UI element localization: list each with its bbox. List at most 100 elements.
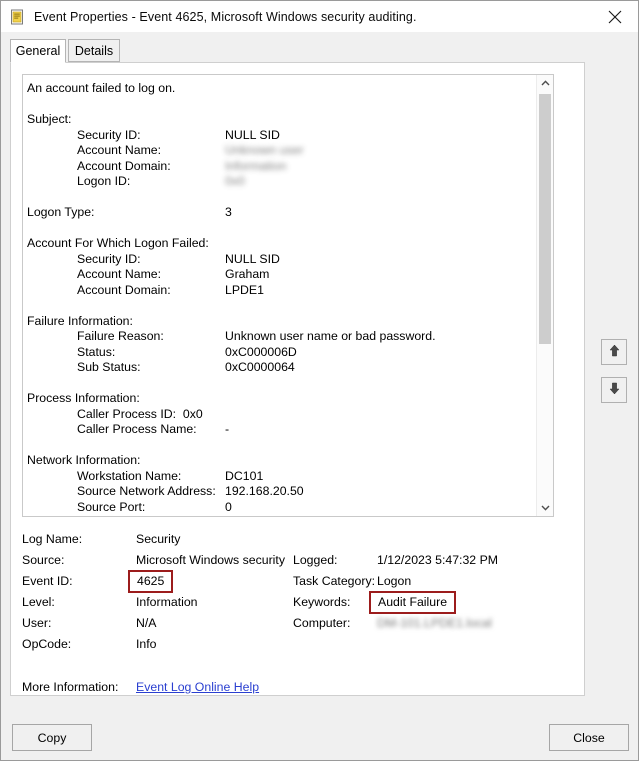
previous-event-button[interactable] [601, 339, 627, 365]
description-scrollbar[interactable] [536, 75, 553, 516]
general-tab-panel: An account failed to log on. Subject: Sec… [10, 62, 585, 696]
close-button[interactable]: Close [549, 724, 629, 751]
tab-details-label: Details [74, 43, 114, 58]
metadata-value-text: Information [136, 595, 198, 609]
description-line-value: 0x0 [225, 174, 245, 188]
keywords-value: Audit Failure [369, 591, 457, 614]
metadata-label: Event ID: [22, 574, 73, 588]
description-line: Caller Process Name: - [27, 422, 533, 438]
metadata-label: User: [22, 616, 52, 630]
description-line: Failure Reason: Unknown user name or bad … [27, 329, 533, 345]
description-line-label: Subject: [27, 112, 72, 126]
metadata-value: Logon [377, 571, 411, 592]
description-line-value: Unknown user name or bad password. [225, 329, 436, 343]
description-line-label: Account For Which Logon Failed: [27, 236, 209, 250]
metadata-value-text: Security [136, 532, 181, 546]
next-event-button[interactable] [601, 377, 627, 403]
description-line-value: 3 [225, 205, 232, 219]
description-line-label: Logon Type: [27, 205, 95, 219]
description-line-label: Caller Process ID: 0x0 [77, 406, 203, 421]
tab-general-label: General [15, 44, 61, 58]
title-bar: Event Properties - Event 4625, Microsoft… [1, 1, 638, 32]
description-line-label: Workstation Name: [77, 468, 182, 483]
metadata-label: Level: [22, 595, 55, 609]
description-line-label: Caller Process Name: [77, 422, 197, 436]
tab-general[interactable]: General [10, 39, 66, 63]
description-line-label: Source Port: [77, 499, 146, 514]
more-information-label: More Information: [22, 680, 119, 694]
more-information-row: More Information: Event Log Online Help [22, 677, 572, 698]
metadata-row: Source: Microsoft Windows security Logged:… [22, 550, 572, 571]
description-line: Account For Which Logon Failed: [27, 236, 533, 252]
scrollbar-up-button[interactable] [537, 75, 553, 92]
metadata-label: Source: [22, 553, 65, 567]
arrow-down-icon [607, 381, 622, 399]
metadata-value: Info [136, 634, 157, 655]
scrollbar-down-button[interactable] [537, 499, 553, 516]
description-line-value: LPDE1 [225, 282, 264, 297]
metadata-row: Level: Information Keywords: Audit Failure [22, 591, 572, 614]
description-line: Source Port: 0 [27, 500, 533, 516]
description-line-label: Account Domain: [77, 158, 171, 173]
metadata-value: 1/12/2023 5:47:32 PM [377, 550, 498, 571]
metadata-row: OpCode: Info [22, 634, 572, 655]
close-button-label: Close [573, 730, 605, 745]
description-line-label: Account Name: [77, 143, 162, 157]
description-line: Account Domain: LPDE1 [27, 283, 533, 299]
metadata-label: OpCode: [22, 637, 72, 651]
description-line-value: 0 [225, 499, 232, 514]
description-line: Logon ID: 0x0 [27, 174, 533, 190]
copy-button[interactable]: Copy [12, 724, 92, 751]
description-line-label: Source Network Address: [77, 484, 216, 498]
description-line-value: Graham [225, 267, 270, 281]
metadata-value: Security [136, 529, 180, 550]
description-line-label: Failure Information: [27, 313, 133, 328]
description-line-label: Security ID: [77, 251, 141, 266]
metadata-value: N/A [136, 613, 157, 634]
tab-strip: General Details [10, 39, 630, 63]
description-line-value: NULL SID [225, 127, 280, 142]
event-metadata: Log Name: Security Source: Microsoft Window… [22, 529, 572, 698]
metadata-value-text: N/A [136, 616, 157, 630]
tab-details[interactable]: Details [68, 39, 120, 62]
metadata-value: Information [136, 592, 198, 613]
metadata-label: Computer: [293, 616, 351, 630]
description-line-label: Account Name: [77, 267, 162, 281]
keywords-highlight-box: Audit Failure [369, 591, 457, 614]
event-description-box: An account failed to log on. Subject: Sec… [22, 74, 554, 517]
close-icon[interactable] [592, 1, 638, 32]
description-line: Status: 0xC000006D [27, 345, 533, 361]
metadata-row: Log Name: Security [22, 529, 572, 550]
description-line: Caller Process ID: 0x0 [27, 407, 533, 423]
description-line: Logon Type: 3 [27, 205, 533, 221]
event-properties-dialog: Event Properties - Event 4625, Microsoft… [0, 0, 639, 761]
event-log-online-help-link[interactable]: Event Log Online Help [136, 677, 259, 698]
description-line: Account Name: Unknown user [27, 143, 533, 159]
metadata-value: Microsoft Windows security [136, 550, 285, 571]
metadata-value-text: Logon [377, 574, 412, 588]
description-line-value: Information [225, 158, 287, 173]
description-line-label: Status: [77, 344, 116, 359]
metadata-label: Task Category: [293, 574, 376, 588]
description-line-value: 0xC000006D [225, 344, 297, 359]
description-line: Account Domain: Information [27, 159, 533, 175]
description-line-label: Sub Status: [77, 360, 141, 374]
description-line-value: - [225, 422, 230, 436]
description-line-value: 192.168.20.50 [225, 484, 304, 498]
scrollbar-thumb[interactable] [539, 94, 551, 344]
metadata-value-text: 1/12/2023 5:47:32 PM [377, 553, 499, 567]
event-id-highlight-box: 4625 [128, 570, 174, 593]
description-line-label: Logon ID: [77, 174, 131, 188]
description-line: Security ID: NULL SID [27, 128, 533, 144]
arrow-up-icon [607, 343, 622, 361]
event-id-value: 4625 [128, 570, 174, 593]
description-line-label: Network Information: [27, 453, 141, 467]
copy-button-label: Copy [37, 730, 67, 745]
metadata-label: Keywords: [293, 595, 351, 609]
metadata-row: Event ID: 4625 Task Category: Logon [22, 570, 572, 593]
description-line: Sub Status: 0xC0000064 [27, 360, 533, 376]
